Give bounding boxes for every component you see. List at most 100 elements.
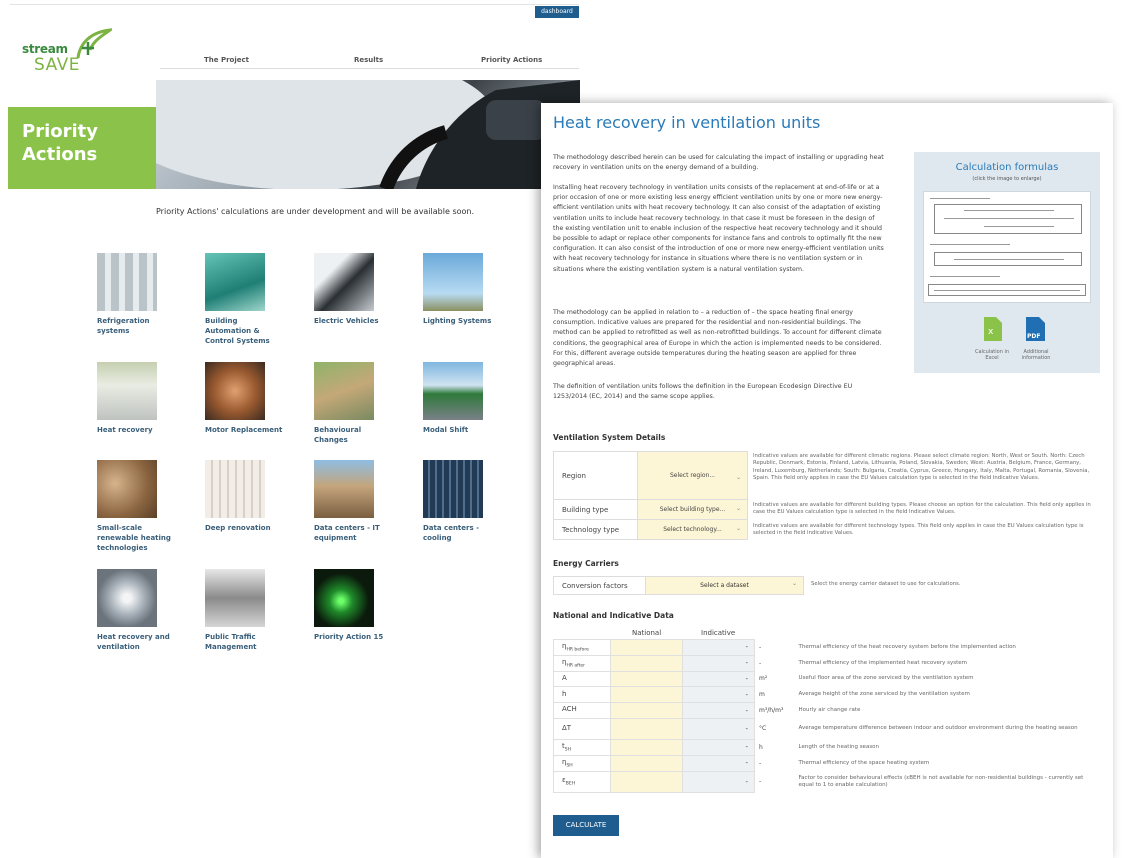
conversion-factors-label: Conversion factors — [553, 576, 646, 595]
national-column-header: National — [632, 629, 662, 637]
section-banner: Priority Actions — [8, 107, 156, 189]
national-data-row: tSH - h Length of the heating season — [553, 738, 1099, 756]
national-value-input[interactable] — [610, 686, 683, 704]
national-data-row: ηHR after - - Thermal efficiency of the imp… — [553, 654, 1099, 672]
parameter-description: Hourly air change rate — [798, 707, 861, 714]
traffic-image — [205, 569, 265, 627]
parameter-description: Thermal efficiency of the heat recovery … — [798, 643, 1016, 650]
modal-shift-image — [423, 362, 483, 420]
national-value-input[interactable] — [610, 670, 683, 688]
renewable-heating-image — [97, 460, 157, 518]
tile-label: Deep renovation — [205, 524, 271, 532]
tile-refrigeration[interactable]: Refrigeration systems — [97, 253, 157, 336]
tile-lighting[interactable]: Lighting Systems — [423, 253, 491, 326]
paragraph-definition: The definition of ventilation units foll… — [553, 383, 853, 401]
building-type-row: Building type Select building type... ⌄ — [553, 499, 748, 520]
parameter-description: Useful floor area of the zone serviced b… — [798, 675, 974, 682]
refrigeration-image — [97, 253, 157, 311]
national-data-row: A - m² Useful floor area of the zone servic… — [553, 670, 1099, 688]
tile-priority-action-15[interactable]: Priority Action 15 — [314, 569, 383, 642]
energy-carriers-heading: Energy Carriers — [553, 559, 619, 568]
national-data-table: ηHR before - - Thermal efficiency of the he… — [553, 639, 1099, 793]
tile-label: Modal Shift — [423, 426, 469, 434]
tile-heat-recovery[interactable]: Heat recovery — [97, 362, 157, 435]
tile-public-traffic[interactable]: Public Traffic Management — [205, 569, 265, 652]
tile-building-automation[interactable]: Building Automation & Control Systems — [205, 253, 270, 346]
energy-hint: Select the energy carrier dataset to use… — [811, 581, 961, 587]
nav-priority-actions[interactable]: Priority Actions — [481, 56, 542, 68]
excel-icon[interactable]: x — [984, 317, 1006, 345]
unit-label: °C — [759, 725, 767, 733]
parameter-label: tSH — [553, 738, 611, 756]
building-type-select[interactable]: Select building type... ⌄ — [637, 499, 748, 520]
leaf-icon — [76, 28, 112, 59]
building-type-hint: Indicative values are available for diff… — [753, 502, 1091, 516]
heat-recovery-image — [97, 362, 157, 420]
parameter-description: Thermal efficiency of the space heating … — [798, 759, 930, 766]
excel-label[interactable]: Calculation in Excel — [972, 349, 1012, 361]
indicative-value: - — [682, 754, 755, 772]
tile-label: Data centers - cooling — [423, 524, 479, 542]
parameter-description: Average height of the zone serviced by t… — [798, 691, 970, 698]
paragraph-method: The methodology can be applied in relati… — [553, 309, 882, 368]
parameter-description: Thermal efficiency of the implemented he… — [798, 659, 968, 666]
national-value-input[interactable] — [610, 754, 683, 772]
tile-datacenter-it[interactable]: Data centers - IT equipment — [314, 460, 380, 543]
tile-motor-replacement[interactable]: Motor Replacement — [205, 362, 282, 435]
indicative-column-header: Indicative — [701, 629, 736, 637]
tile-label: Priority Action 15 — [314, 633, 384, 641]
technology-type-select[interactable]: Select technology... ⌄ — [637, 519, 748, 540]
national-data-heading: National and Indicative Data — [553, 611, 674, 620]
calculate-button[interactable]: CALCULATE — [553, 815, 619, 836]
chevron-down-icon: ⌄ — [735, 474, 741, 481]
ventilation-fan-image — [97, 569, 157, 627]
nav-results[interactable]: Results — [354, 56, 383, 68]
top-rule — [10, 4, 579, 5]
tile-modal-shift[interactable]: Modal Shift — [423, 362, 483, 435]
dashboard-button[interactable]: dashboard — [535, 6, 579, 18]
parameter-label: A — [553, 670, 611, 688]
indicative-value: - — [682, 702, 755, 719]
region-select[interactable]: Select region... ⌄ — [637, 451, 748, 500]
national-value-input[interactable] — [610, 654, 683, 672]
nav-the-project[interactable]: The Project — [204, 56, 249, 68]
tile-behavioural-changes[interactable]: Behavioural Changes — [314, 362, 374, 445]
unit-label: m³/h/m³ — [759, 707, 784, 715]
national-value-input[interactable] — [610, 738, 683, 756]
parameter-label: h — [553, 686, 611, 704]
tile-label: Refrigeration systems — [97, 317, 150, 335]
panel-title: Heat recovery in ventilation units — [553, 113, 821, 132]
dataset-select[interactable]: Select a dataset ⌄ — [645, 576, 804, 595]
tile-electric-vehicles[interactable]: Electric Vehicles — [314, 253, 379, 326]
paragraph-description: Installing heat recovery technology in v… — [553, 184, 884, 273]
datacenter-it-image — [314, 460, 374, 518]
parameter-label: ΔT — [553, 717, 611, 740]
pdf-label[interactable]: Additional information — [1016, 349, 1056, 361]
tile-heat-recovery-ventilation[interactable]: Heat recovery and ventilation — [97, 569, 170, 652]
tile-label: Data centers - IT equipment — [314, 524, 380, 542]
national-data-row: ηHR before - - Thermal efficiency of the he… — [553, 639, 1099, 656]
parameter-label: ηSH — [553, 754, 611, 772]
national-value-input[interactable] — [610, 702, 683, 719]
ventilation-heading: Ventilation System Details — [553, 433, 666, 442]
lighting-image — [423, 253, 483, 311]
pdf-icon[interactable]: PDF — [1026, 317, 1048, 345]
tile-datacenter-cooling[interactable]: Data centers - cooling — [423, 460, 483, 543]
national-value-input[interactable] — [610, 639, 683, 656]
national-value-input[interactable] — [610, 770, 683, 793]
tile-deep-renovation[interactable]: Deep renovation — [205, 460, 271, 533]
national-data-row: ACH - m³/h/m³ Hourly air change rate — [553, 702, 1099, 719]
indicative-value: - — [682, 738, 755, 756]
parameter-label: εBEH — [553, 770, 611, 793]
formula-image[interactable] — [923, 191, 1091, 303]
parameter-label: ηHR before — [553, 639, 611, 656]
technology-type-hint: Indicative values are available for diff… — [753, 523, 1084, 537]
energy-carriers-table: Conversion factors Select a dataset ⌄ — [553, 576, 804, 595]
tile-renewable-heating[interactable]: Small-scale renewable heating technologi… — [97, 460, 171, 553]
national-value-input[interactable] — [610, 717, 683, 740]
indicative-value: - — [682, 670, 755, 688]
building-type-label: Building type — [553, 499, 638, 520]
nav-divider — [160, 68, 579, 69]
streamsave-logo[interactable]: stream SAVE — [22, 28, 122, 76]
svg-text:x: x — [988, 327, 994, 337]
